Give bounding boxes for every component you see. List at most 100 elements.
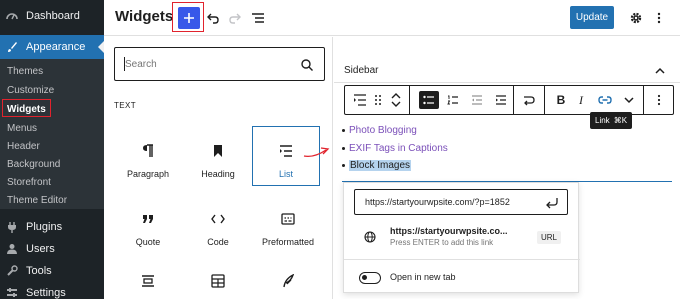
- quote-icon: [140, 211, 156, 227]
- block-toolbar: B I: [344, 85, 674, 115]
- list-view-button[interactable]: [249, 9, 267, 27]
- table-icon: [210, 273, 226, 289]
- block-item-pullquote[interactable]: [114, 257, 182, 299]
- menu-item-plugins[interactable]: Plugins: [0, 215, 104, 239]
- chevron-up-icon[interactable]: [654, 65, 666, 77]
- menu-item-dashboard[interactable]: Dashboard: [0, 4, 104, 28]
- block-search-input[interactable]: [125, 56, 285, 72]
- chevron-up-down-icon: [391, 92, 401, 108]
- submit-link-icon[interactable]: [545, 196, 559, 210]
- unordered-list-icon: [423, 95, 435, 105]
- drag-handle-icon: [374, 94, 382, 106]
- widget-area-title: Sidebar: [344, 65, 379, 76]
- list-item-link[interactable]: EXIF Tags in Captions: [349, 143, 448, 154]
- search-icon[interactable]: [300, 58, 314, 72]
- block-item-code[interactable]: Code: [184, 195, 252, 255]
- block-item-table[interactable]: [184, 257, 252, 299]
- widget-area-header[interactable]: Sidebar: [334, 37, 680, 83]
- plus-icon: [183, 12, 195, 24]
- ordered-list-icon: [447, 95, 459, 105]
- menu-item-users[interactable]: Users: [0, 237, 104, 261]
- open-in-new-tab-toggle[interactable]: [359, 272, 381, 284]
- suggestion-title: https://startyourwpsite.co...: [390, 226, 508, 236]
- menu-label-dashboard: Dashboard: [26, 10, 80, 22]
- menu-label-tools: Tools: [26, 265, 52, 277]
- url-field: [354, 189, 568, 215]
- options-button[interactable]: [650, 9, 668, 27]
- block-options-button[interactable]: [651, 86, 667, 114]
- list-item[interactable]: Photo Blogging: [342, 125, 417, 136]
- submenu-item-header[interactable]: Header: [7, 138, 40, 154]
- users-icon: [6, 243, 18, 255]
- undo-icon: [206, 11, 220, 25]
- menu-label-plugins: Plugins: [26, 221, 63, 233]
- preformatted-icon: [280, 211, 296, 227]
- redo-button[interactable]: [226, 9, 244, 27]
- more-vertical-icon: [657, 94, 661, 106]
- block-type-switcher-button[interactable]: [351, 86, 369, 114]
- list-icon: [353, 94, 367, 106]
- submenu-item-customize[interactable]: Customize: [7, 82, 54, 98]
- bullet: [342, 164, 345, 167]
- menu-label-users: Users: [26, 243, 55, 255]
- convert-button[interactable]: [519, 86, 539, 114]
- submenu-item-themes[interactable]: Themes: [7, 63, 43, 79]
- block-item-paragraph[interactable]: Paragraph: [114, 127, 182, 187]
- submenu-item-background[interactable]: Background: [7, 156, 60, 172]
- move-up-down-buttons[interactable]: [389, 86, 403, 114]
- widgets-highlight-box: [2, 99, 51, 117]
- menu-item-appearance[interactable]: Appearance: [0, 35, 104, 59]
- more-formats-button[interactable]: [621, 86, 637, 114]
- bullet: [342, 129, 345, 132]
- outdent-icon: [471, 95, 483, 105]
- italic-button[interactable]: I: [573, 86, 589, 114]
- submenu-item-theme-editor[interactable]: Theme Editor: [7, 192, 67, 208]
- globe-icon: [364, 231, 376, 243]
- drag-handle[interactable]: [371, 86, 385, 114]
- link-button[interactable]: [595, 86, 615, 114]
- bold-button[interactable]: B: [551, 86, 571, 114]
- submenu-item-storefront[interactable]: Storefront: [7, 174, 51, 190]
- block-inserter-panel: TEXT Paragraph Heading List Quote Code: [104, 37, 333, 299]
- list-item[interactable]: Block Images: [342, 160, 412, 171]
- category-heading: TEXT: [114, 101, 137, 110]
- menu-item-tools[interactable]: Tools: [0, 259, 104, 283]
- popover-divider: [344, 259, 580, 260]
- toggle-knob: [362, 275, 367, 280]
- code-icon: [210, 211, 226, 227]
- editor-header: Widgets Update: [104, 0, 680, 36]
- redo-icon: [228, 11, 242, 25]
- block-search: [114, 47, 325, 81]
- plug-icon: [6, 221, 18, 233]
- undo-button[interactable]: [204, 9, 222, 27]
- unordered-list-button[interactable]: [419, 91, 439, 109]
- annotation-arrow-icon: [303, 147, 330, 158]
- link-icon: [598, 96, 612, 104]
- list-item-link[interactable]: Photo Blogging: [349, 125, 417, 136]
- submenu-item-menus[interactable]: Menus: [7, 120, 37, 136]
- italic-icon: I: [579, 92, 583, 107]
- ordered-list-button[interactable]: [443, 86, 463, 114]
- block-item-heading[interactable]: Heading: [184, 127, 252, 187]
- block-item-quote[interactable]: Quote: [114, 195, 182, 255]
- settings-icon: [6, 287, 18, 299]
- link-suggestion[interactable]: https://startyourwpsite.co... Press ENTE…: [354, 221, 568, 253]
- selected-text[interactable]: Block Images: [349, 160, 412, 171]
- menu-label-settings: Settings: [26, 287, 66, 299]
- tooltip-shortcut: ⌘K: [613, 116, 628, 125]
- update-button[interactable]: Update: [570, 6, 614, 29]
- indent-button[interactable]: [491, 86, 511, 114]
- tooltip-label: Link: [595, 116, 610, 125]
- url-input[interactable]: [365, 197, 535, 207]
- settings-button[interactable]: [627, 9, 645, 27]
- block-item-preformatted[interactable]: Preformatted: [254, 195, 322, 255]
- outdent-button[interactable]: [467, 86, 487, 114]
- block-item-verse[interactable]: [254, 257, 322, 299]
- link-popover: https://startyourwpsite.co... Press ENTE…: [343, 182, 580, 293]
- block-inserter-toggle-button[interactable]: [178, 7, 200, 29]
- list-item[interactable]: EXIF Tags in Captions: [342, 143, 448, 154]
- pullquote-icon: [140, 273, 156, 289]
- wrench-icon: [6, 265, 18, 277]
- block-label: Code: [207, 237, 229, 247]
- menu-item-settings[interactable]: Settings: [0, 281, 104, 299]
